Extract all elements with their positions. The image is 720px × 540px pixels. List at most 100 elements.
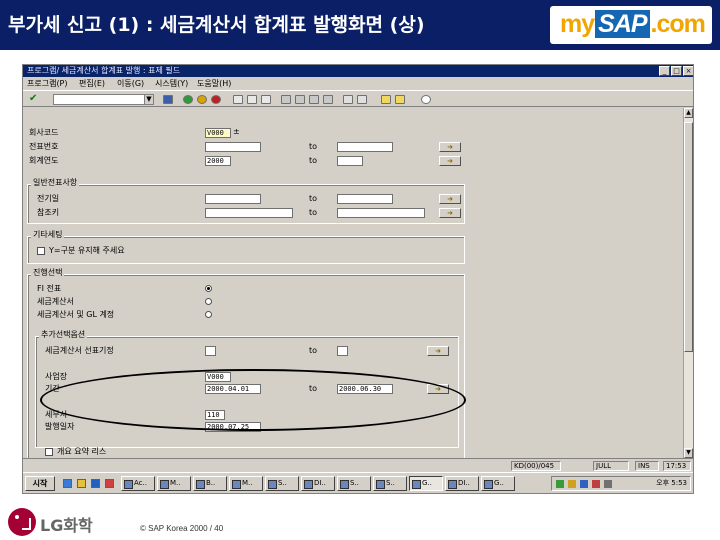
issue-date-input[interactable]: 2000.07.25 [205, 422, 261, 432]
logo-sap: SAP [595, 10, 650, 38]
tray-volume-icon[interactable] [568, 480, 576, 488]
period-to-input[interactable]: 2000.06.30 [337, 384, 393, 394]
business-place-input[interactable]: V000 [205, 372, 231, 382]
lg-emblem-icon [8, 508, 36, 536]
vertical-scrollbar[interactable]: ▲ ▼ [683, 108, 693, 458]
lg-logo-text: LG화학 [40, 516, 93, 535]
status-mode: INS [635, 461, 659, 471]
system-tray: 오후 5:53 [551, 476, 691, 491]
previous-page-icon[interactable] [295, 95, 305, 104]
task-item-8[interactable]: S.. [373, 476, 407, 491]
shortcut-icon[interactable] [357, 95, 367, 104]
task-item-4[interactable]: M.. [229, 476, 263, 491]
company-code-label: 회사코드 [29, 128, 59, 137]
quicklaunch-desktop-icon[interactable] [63, 479, 72, 488]
company-code-input[interactable]: V000 [205, 128, 231, 138]
mysap-logo: my SAP .com [550, 6, 712, 44]
command-dropdown-icon[interactable]: ▼ [144, 94, 154, 105]
last-page-icon[interactable] [323, 95, 333, 104]
task-item-1[interactable]: Ac.. [121, 476, 155, 491]
period-multiple-selection-button[interactable]: ➜ [427, 384, 449, 394]
tray-ime-icon[interactable] [580, 480, 588, 488]
find-next-icon[interactable] [261, 95, 271, 104]
tray-misc-icon[interactable] [604, 480, 612, 488]
maximize-button[interactable]: □ [671, 66, 682, 76]
logo-com: .com [650, 10, 706, 38]
reference-key-multiple-selection-button[interactable]: ➜ [439, 208, 461, 218]
menu-edit[interactable]: 편집(E) [79, 78, 105, 89]
save-icon[interactable] [163, 95, 173, 104]
posting-date-from-input[interactable] [205, 194, 261, 204]
close-button[interactable]: × [683, 66, 693, 76]
menu-program[interactable]: 프로그램(P) [27, 78, 68, 89]
find-icon[interactable] [247, 95, 257, 104]
posting-date-label: 전기일 [37, 194, 60, 203]
taskbar-clock: 오후 5:53 [656, 479, 687, 487]
tax-office-input[interactable]: 110 [205, 410, 225, 420]
task-item-2[interactable]: M.. [157, 476, 191, 491]
tray-network-icon[interactable] [556, 480, 564, 488]
menu-goto[interactable]: 이동(G) [117, 78, 144, 89]
minimize-button[interactable]: _ [659, 66, 670, 76]
scroll-down-icon[interactable]: ▼ [684, 448, 693, 458]
check-icon[interactable]: ✔ [29, 93, 37, 104]
doc-no-multiple-selection-button[interactable]: ➜ [439, 142, 461, 152]
back-icon[interactable] [183, 95, 193, 104]
cancel-icon[interactable] [211, 95, 221, 104]
tax-invoice-type-to-input[interactable] [337, 346, 348, 356]
fiscal-year-input[interactable]: 2000 [205, 156, 231, 166]
tray-antivirus-icon[interactable] [592, 480, 600, 488]
task-item-11[interactable]: G.. [481, 476, 515, 491]
status-session: JULL [593, 461, 629, 471]
business-place-label: 사업장 [45, 372, 68, 381]
first-page-icon[interactable] [281, 95, 291, 104]
reference-key-to-label: to [309, 208, 318, 217]
doc-no-label: 전표번호 [29, 142, 59, 151]
doc-no-to-input[interactable] [337, 142, 393, 152]
tax-invoice-type-label: 세금계산서 선표기정 [45, 346, 114, 355]
scroll-thumb[interactable] [684, 122, 693, 352]
doc-no-to-label: to [309, 142, 318, 151]
tax-invoice-type-from-input[interactable] [205, 346, 216, 356]
summary-list-checkbox[interactable] [45, 448, 53, 456]
quicklaunch-ie-icon[interactable] [91, 479, 100, 488]
general-group [27, 184, 465, 224]
period-from-input[interactable]: 2000.04.01 [205, 384, 261, 394]
doc-no-from-input[interactable] [205, 142, 261, 152]
quicklaunch-mail-icon[interactable] [105, 479, 114, 488]
menu-system[interactable]: 시스템(Y) [155, 78, 188, 89]
tax-invoice-type-multiple-selection-button[interactable]: ➜ [427, 346, 449, 356]
layout-icon[interactable] [381, 95, 391, 104]
help-icon[interactable] [421, 95, 431, 104]
reference-key-to-input[interactable] [337, 208, 425, 218]
further-settings-checkbox[interactable] [37, 247, 45, 255]
task-item-5[interactable]: S.. [265, 476, 299, 491]
issue-date-label: 발행일자 [45, 422, 75, 431]
task-item-7[interactable]: S.. [337, 476, 371, 491]
command-field[interactable] [53, 94, 153, 105]
option-tax-invoice-radio[interactable] [205, 298, 212, 305]
posting-date-to-input[interactable] [337, 194, 393, 204]
exit-icon[interactable] [197, 95, 207, 104]
start-button[interactable]: 시작 [25, 476, 55, 491]
tax-office-label: 세무서 [45, 410, 68, 419]
scroll-up-icon[interactable]: ▲ [684, 108, 693, 118]
menu-help[interactable]: 도움말(H) [197, 78, 231, 89]
next-page-icon[interactable] [309, 95, 319, 104]
task-item-6[interactable]: DI.. [301, 476, 335, 491]
option-tax-gl-radio[interactable] [205, 311, 212, 318]
create-session-icon[interactable] [343, 95, 353, 104]
option-fi-document-radio[interactable] [205, 285, 212, 292]
task-item-10[interactable]: DI.. [445, 476, 479, 491]
posting-date-multiple-selection-button[interactable]: ➜ [439, 194, 461, 204]
quicklaunch-explorer-icon[interactable] [77, 479, 86, 488]
print-icon[interactable] [233, 95, 243, 104]
tax-invoice-type-to-label: to [309, 346, 318, 355]
reference-key-from-input[interactable] [205, 208, 293, 218]
options-icon[interactable] [395, 95, 405, 104]
fiscal-year-multiple-selection-button[interactable]: ➜ [439, 156, 461, 166]
task-item-9[interactable]: G.. [409, 476, 443, 491]
task-item-3[interactable]: B.. [193, 476, 227, 491]
status-time: 17:53 [663, 461, 691, 471]
fiscal-year-to-input[interactable] [337, 156, 363, 166]
